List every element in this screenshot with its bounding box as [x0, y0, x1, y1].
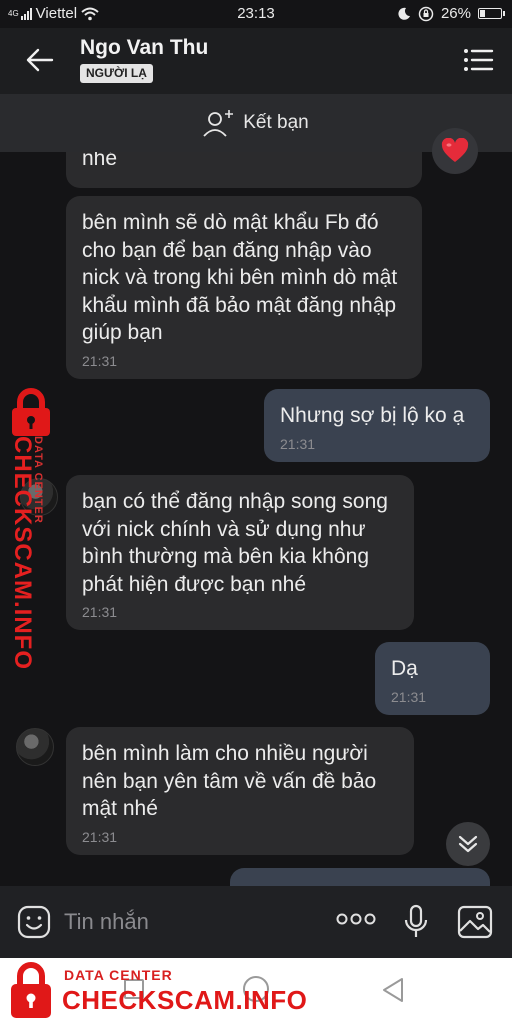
message-input[interactable]	[64, 906, 294, 938]
message-text: bạn có thể đăng nhập song song với nick …	[82, 490, 388, 596]
message-time: 21:31	[82, 604, 118, 620]
status-bar: 4G Viettel 23:13 26%	[0, 0, 512, 28]
message-bubble-outgoing[interactable]: Nhưng sợ bị lộ ko ạ 21:31	[264, 389, 490, 462]
menu-button[interactable]	[462, 45, 494, 75]
message-time: 21:31	[82, 828, 118, 845]
message-time: 21:31	[280, 435, 316, 452]
list-menu-icon	[464, 49, 494, 71]
back-button[interactable]	[22, 42, 58, 78]
contact-avatar[interactable]	[16, 728, 54, 766]
watermark-bottom: DATA CENTER CHECKSCAM.INFO	[8, 958, 308, 1024]
message-time: 21:31	[391, 688, 427, 705]
message-bubble-incoming[interactable]: bên mình sẽ dò mật khẩu Fb đó cho bạn để…	[66, 196, 422, 379]
message-text: bên mình làm cho nhiều người nên bạn yên…	[82, 742, 377, 820]
message-bubble-incoming[interactable]: bên mình làm cho nhiều người nên bạn yên…	[66, 727, 414, 855]
double-chevron-down-icon	[458, 835, 478, 853]
chat-header: Ngo Van Thu NGƯỜI LẠ	[0, 28, 512, 94]
status-right: 26%	[397, 5, 505, 22]
scroll-down-button[interactable]	[446, 822, 490, 866]
message-text: Nhưng sợ bị lộ ko ạ	[280, 404, 465, 427]
message-bubble-outgoing-partial[interactable]	[230, 868, 490, 886]
watermark-lock-icon	[12, 388, 50, 436]
more-options-button[interactable]	[336, 912, 376, 931]
sticker-smile-icon	[17, 905, 51, 939]
moon-icon	[398, 7, 410, 20]
system-back-button[interactable]	[380, 976, 406, 1009]
rotation-lock-icon	[418, 6, 434, 21]
add-person-icon	[203, 110, 234, 137]
more-dots-icon	[336, 913, 376, 925]
heart-icon	[441, 138, 469, 162]
contact-name[interactable]: Ngo Van Thu	[80, 36, 208, 60]
stranger-badge: NGƯỜI LẠ	[80, 64, 153, 83]
watermark-side: CHECKSCAM.INFO DATA CENTER	[2, 388, 62, 670]
microphone-button[interactable]	[402, 904, 430, 945]
message-text: Dạ	[391, 657, 418, 680]
message-text: bên mình sẽ dò mật khẩu Fb đó cho bạn để…	[82, 211, 398, 344]
message-text: nhé	[82, 152, 118, 170]
chat-area[interactable]: nhé bên mình sẽ dò mật khẩu Fb đó cho bạ…	[0, 152, 512, 886]
microphone-icon	[404, 904, 428, 937]
watermark-side-subtitle: DATA CENTER	[32, 436, 44, 524]
watermark-lock-icon	[11, 962, 51, 1018]
message-bubble-incoming[interactable]: nhé	[66, 152, 422, 188]
watermark-bottom-subtitle: DATA CENTER	[64, 967, 173, 983]
message-bubble-incoming[interactable]: bạn có thể đăng nhập song song với nick …	[66, 475, 414, 630]
image-picker-button[interactable]	[456, 904, 494, 945]
image-icon	[457, 905, 493, 939]
message-input-bar	[0, 886, 512, 958]
triangle-back-icon	[383, 978, 403, 1002]
message-time: 21:31	[82, 352, 118, 369]
battery-percent: 26%	[440, 5, 471, 22]
system-nav-bar: DATA CENTER CHECKSCAM.INFO	[0, 958, 512, 1024]
add-friend-label: Kết bạn	[243, 112, 309, 133]
emoji-button[interactable]	[16, 904, 52, 945]
arrow-left-icon	[26, 48, 54, 72]
watermark-bottom-brand: CHECKSCAM.INFO	[62, 985, 308, 1015]
reaction-button[interactable]	[432, 128, 478, 174]
message-bubble-outgoing[interactable]: Dạ 21:31	[375, 642, 490, 715]
battery-icon	[478, 8, 505, 19]
